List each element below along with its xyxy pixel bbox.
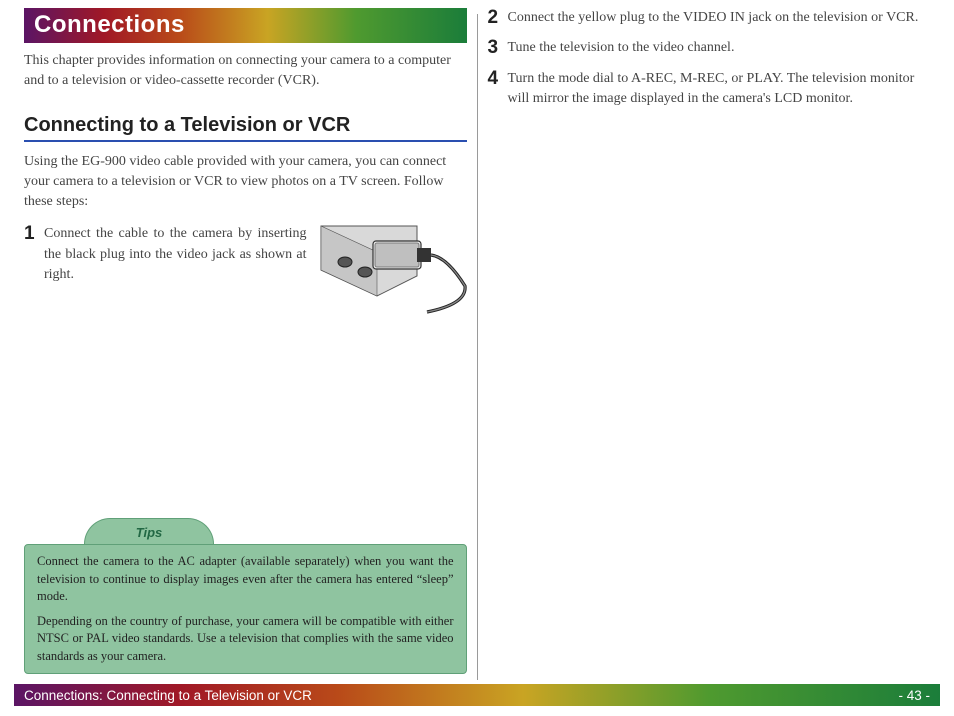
step-1: 1 Connect the cable to the camera by ins… <box>24 224 467 314</box>
footer-bar: Connections: Connecting to a Television … <box>14 684 940 706</box>
video-jack-illustration <box>317 224 467 314</box>
page-body: Connections This chapter provides inform… <box>0 0 954 680</box>
tips-body: Connect the camera to the AC adapter (av… <box>24 544 467 674</box>
step-2: 2 Connect the yellow plug to the VIDEO I… <box>488 8 931 28</box>
footer-breadcrumb: Connections: Connecting to a Television … <box>24 688 312 703</box>
section-intro: Using the EG-900 video cable provided wi… <box>24 152 467 213</box>
section-heading: Connecting to a Television or VCR <box>24 114 467 142</box>
chapter-title: Connections <box>24 8 467 43</box>
chapter-intro: This chapter provides information on con… <box>24 51 467 92</box>
step-number: 4 <box>488 69 502 88</box>
step-number: 3 <box>488 38 502 57</box>
step-3: 3 Tune the television to the video chann… <box>488 38 931 58</box>
step-number: 2 <box>488 8 502 27</box>
tips-label: Tips <box>84 518 214 544</box>
step-4: 4 Turn the mode dial to A-REC, M-REC, or… <box>488 69 931 110</box>
tips-paragraph: Connect the camera to the AC adapter (av… <box>37 553 454 606</box>
step-text: Tune the television to the video channel… <box>508 38 931 58</box>
footer-page-number: - 43 - <box>898 688 930 703</box>
step-text: Connect the yellow plug to the VIDEO IN … <box>508 8 931 28</box>
tips-box: Tips Connect the camera to the AC adapte… <box>24 518 467 674</box>
right-column: 2 Connect the yellow plug to the VIDEO I… <box>478 0 941 680</box>
step-text: Connect the cable to the camera by inser… <box>44 224 307 285</box>
left-column: Connections This chapter provides inform… <box>14 0 477 680</box>
tips-paragraph: Depending on the country of purchase, yo… <box>37 613 454 666</box>
step-number: 1 <box>24 224 38 243</box>
step-text: Turn the mode dial to A-REC, M-REC, or P… <box>508 69 931 110</box>
